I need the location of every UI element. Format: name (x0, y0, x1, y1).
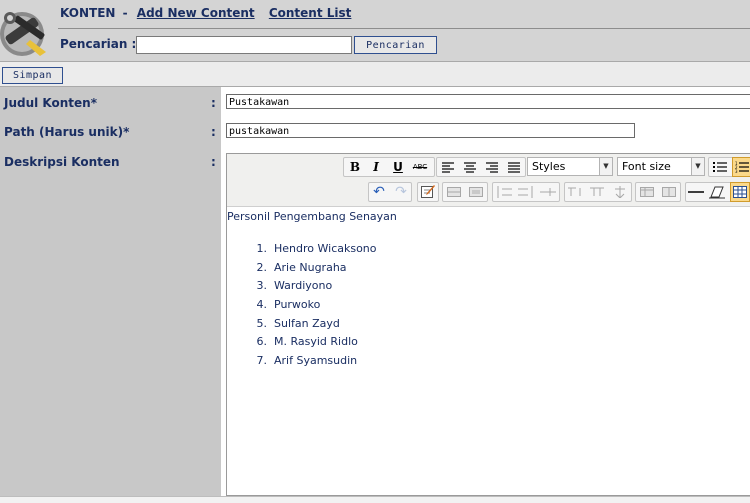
col-before-icon[interactable] (495, 183, 513, 201)
align-center-icon[interactable] (461, 158, 479, 176)
rich-text-editor: B I U ABC Styles ▼ Font size ▼ 123 ↶ ↷ P… (226, 153, 750, 496)
editor-toolbar: B I U ABC Styles ▼ Font size ▼ 123 ↶ ↷ (227, 154, 750, 207)
align-left-icon[interactable] (439, 158, 457, 176)
list-item: 3. Wardiyono (256, 279, 333, 293)
path-label: Path (Harus unik)* (4, 125, 130, 139)
list-item: 7. Arif Syamsudin (256, 354, 358, 368)
search-input[interactable] (136, 36, 352, 54)
content-heading: Personil Pengembang Senayan (227, 210, 397, 223)
content-list-link[interactable]: Content List (269, 6, 352, 20)
table-props-icon[interactable] (660, 183, 678, 201)
list-item: 2. Arie Nugraha (256, 260, 347, 274)
styles-dropdown[interactable]: Styles ▼ (527, 157, 613, 176)
eraser-icon[interactable] (708, 183, 726, 201)
title-input[interactable]: Pustakawan (226, 94, 750, 109)
list-item: 4. Purwoko (256, 298, 321, 312)
action-bar: Simpan (0, 62, 750, 87)
content-ordered-list: 1. Hendro Wicaksono 2. Arie Nugraha 3. Ward… (247, 240, 377, 371)
cell-props-icon[interactable] (611, 183, 629, 201)
title-separator: - (122, 6, 128, 20)
path-colon: : (211, 125, 216, 139)
section-title: KONTEN (60, 6, 116, 20)
table-icon[interactable] (730, 182, 750, 202)
underline-button[interactable]: U (389, 158, 407, 176)
editor-content[interactable]: Personil Pengembang Senayan 1. Hendro Wic… (227, 210, 750, 367)
description-label: Deskripsi Konten (4, 155, 120, 169)
styles-dropdown-value: Styles (532, 160, 566, 173)
font-size-dropdown-value: Font size (622, 160, 671, 173)
redo-icon[interactable]: ↷ (392, 183, 410, 201)
app-header: KONTEN - Add New Content Content List Pe… (0, 0, 750, 62)
merge-cell-icon[interactable] (589, 183, 607, 201)
align-justify-icon[interactable] (505, 158, 523, 176)
description-colon: : (211, 155, 216, 169)
list-item: 1. Hendro Wicaksono (256, 242, 377, 255)
col-after-icon[interactable] (517, 183, 535, 201)
add-new-content-link[interactable]: Add New Content (137, 6, 255, 20)
undo-icon[interactable]: ↶ (370, 183, 388, 201)
list-item: 6. M. Rasyid Ridlo (256, 335, 358, 349)
header-divider (58, 28, 750, 29)
numbered-list-icon[interactable]: 123 (732, 157, 750, 177)
align-right-icon[interactable] (483, 158, 501, 176)
horizontal-rule-icon[interactable] (687, 183, 705, 201)
edit-html-icon[interactable] (419, 183, 437, 201)
delete-col-icon[interactable] (539, 183, 557, 201)
svg-text:3: 3 (735, 169, 738, 173)
font-size-dropdown[interactable]: Font size ▼ (617, 157, 705, 176)
tools-logo-icon (0, 4, 50, 58)
chevron-down-icon: ▼ (599, 158, 612, 175)
row-props-icon[interactable] (638, 183, 656, 201)
save-button[interactable]: Simpan (2, 67, 63, 84)
split-cell-icon[interactable] (567, 183, 585, 201)
form-label-column (0, 87, 221, 496)
title-colon: : (211, 96, 216, 110)
bold-button[interactable]: B (346, 158, 364, 176)
delete-row-icon[interactable] (467, 183, 485, 201)
title-label: Judul Konten* (4, 96, 97, 110)
search-label: Pencarian : (60, 37, 137, 51)
list-item: 5. Sulfan Zayd (256, 316, 340, 330)
strikethrough-button[interactable]: ABC (411, 158, 429, 176)
italic-button[interactable]: I (367, 158, 385, 176)
search-button[interactable]: Pencarian (354, 36, 437, 54)
bullet-list-icon[interactable] (711, 158, 729, 176)
path-input[interactable]: pustakawan (226, 123, 635, 138)
chevron-down-icon: ▼ (691, 158, 704, 175)
title-row: KONTEN - Add New Content Content List (60, 6, 351, 20)
insert-row-icon[interactable] (445, 183, 463, 201)
